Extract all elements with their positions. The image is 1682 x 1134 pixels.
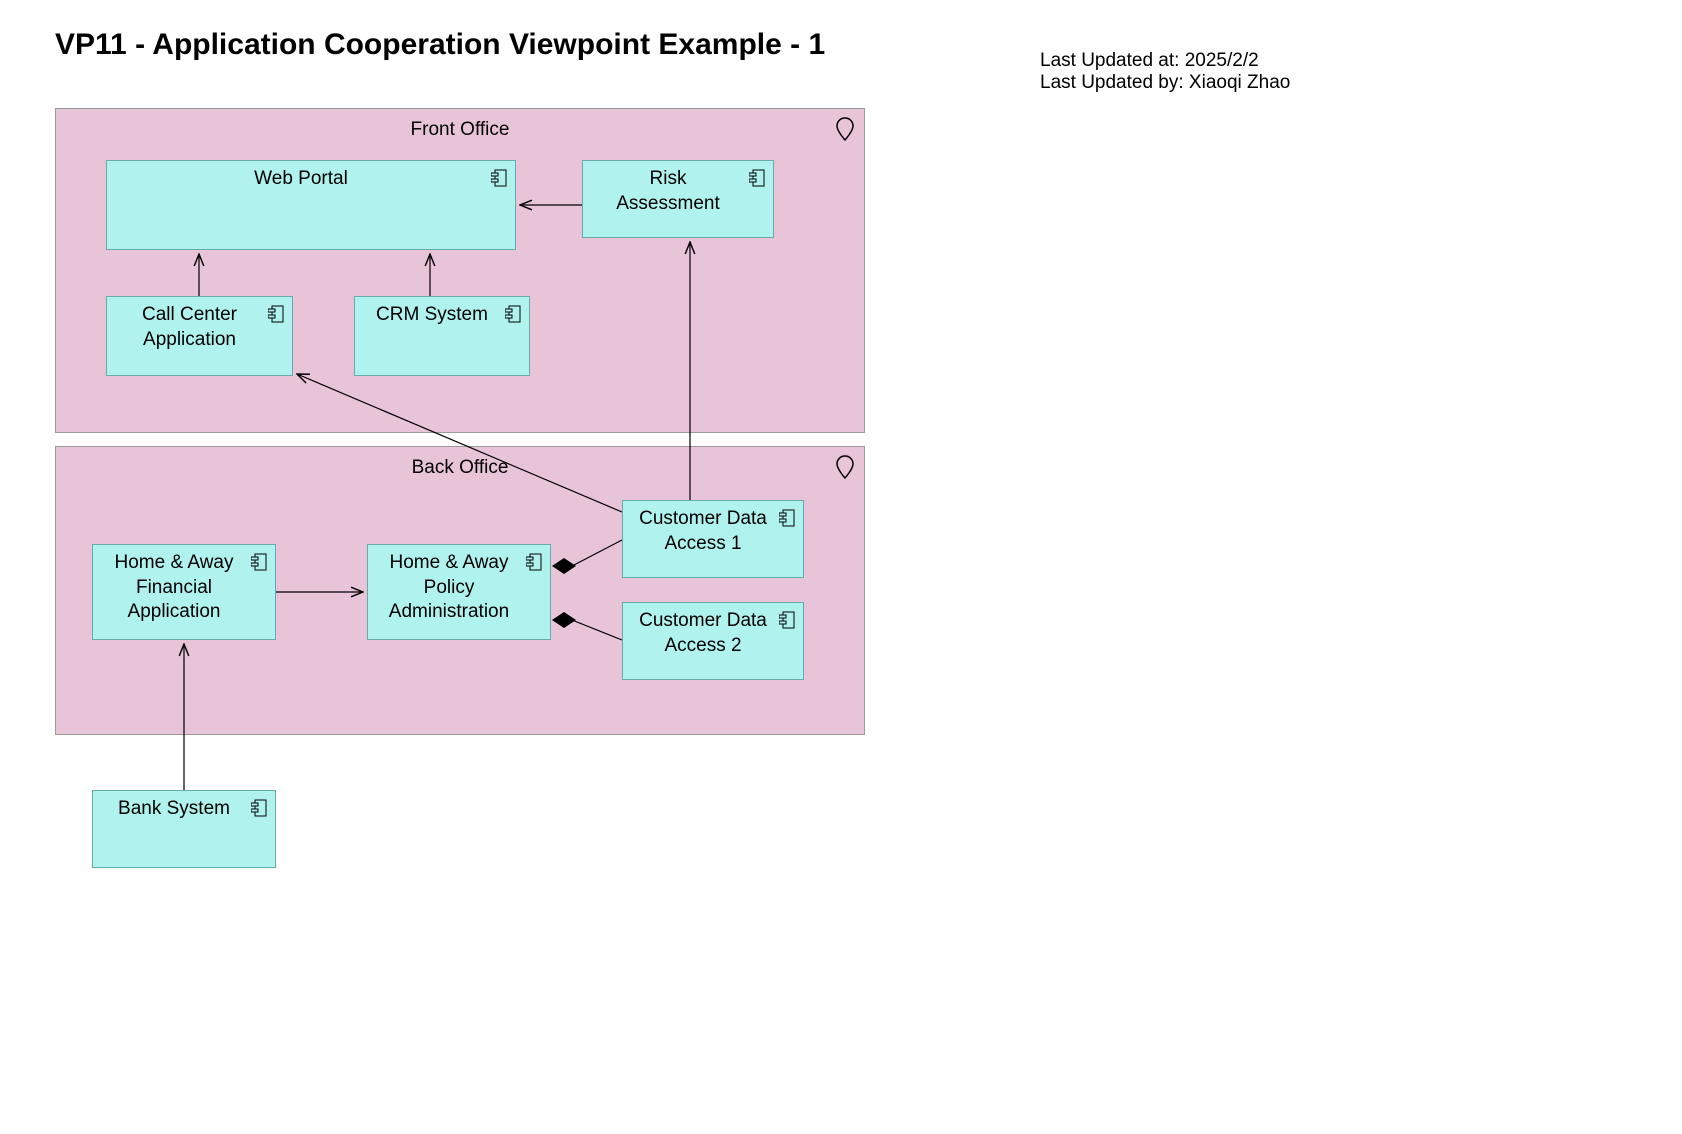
meta-updated-by: Last Updated by: Xiaoqi Zhao bbox=[1040, 72, 1290, 94]
node-call-center-label: Call Center Application bbox=[115, 303, 264, 352]
component-icon bbox=[505, 305, 521, 323]
group-front-office: Front Office bbox=[55, 108, 865, 433]
node-web-portal: Web Portal bbox=[106, 160, 516, 250]
component-icon bbox=[526, 553, 542, 571]
node-ha-financial: Home & Away Financial Application bbox=[92, 544, 276, 640]
component-icon bbox=[251, 799, 267, 817]
node-ha-policy-label: Home & Away Policy Administration bbox=[376, 551, 522, 625]
node-ha-financial-label: Home & Away Financial Application bbox=[101, 551, 247, 625]
node-bank-system-label: Bank System bbox=[101, 797, 247, 822]
meta-updated-at: Last Updated at: 2025/2/2 bbox=[1040, 50, 1290, 72]
node-risk-assessment-label: Risk Assessment bbox=[591, 167, 745, 216]
node-cust-data-2: Customer Data Access 2 bbox=[622, 602, 804, 680]
node-cust-data-2-label: Customer Data Access 2 bbox=[631, 609, 775, 658]
node-crm-system-label: CRM System bbox=[363, 303, 501, 328]
group-back-office-label: Back Office bbox=[56, 457, 864, 479]
component-icon bbox=[779, 611, 795, 629]
component-icon bbox=[268, 305, 284, 323]
group-front-office-label: Front Office bbox=[56, 119, 864, 141]
node-bank-system: Bank System bbox=[92, 790, 276, 868]
node-ha-policy: Home & Away Policy Administration bbox=[367, 544, 551, 640]
location-icon bbox=[836, 117, 854, 141]
node-cust-data-1-label: Customer Data Access 1 bbox=[631, 507, 775, 556]
component-icon bbox=[779, 509, 795, 527]
node-web-portal-label: Web Portal bbox=[115, 167, 487, 192]
node-risk-assessment: Risk Assessment bbox=[582, 160, 774, 238]
component-icon bbox=[491, 169, 507, 187]
diagram-canvas: VP11 - Application Cooperation Viewpoint… bbox=[0, 0, 1682, 1134]
node-crm-system: CRM System bbox=[354, 296, 530, 376]
page-title: VP11 - Application Cooperation Viewpoint… bbox=[55, 28, 825, 62]
meta-block: Last Updated at: 2025/2/2 Last Updated b… bbox=[1040, 50, 1290, 94]
component-icon bbox=[251, 553, 267, 571]
component-icon bbox=[749, 169, 765, 187]
node-call-center: Call Center Application bbox=[106, 296, 293, 376]
location-icon bbox=[836, 455, 854, 479]
node-cust-data-1: Customer Data Access 1 bbox=[622, 500, 804, 578]
